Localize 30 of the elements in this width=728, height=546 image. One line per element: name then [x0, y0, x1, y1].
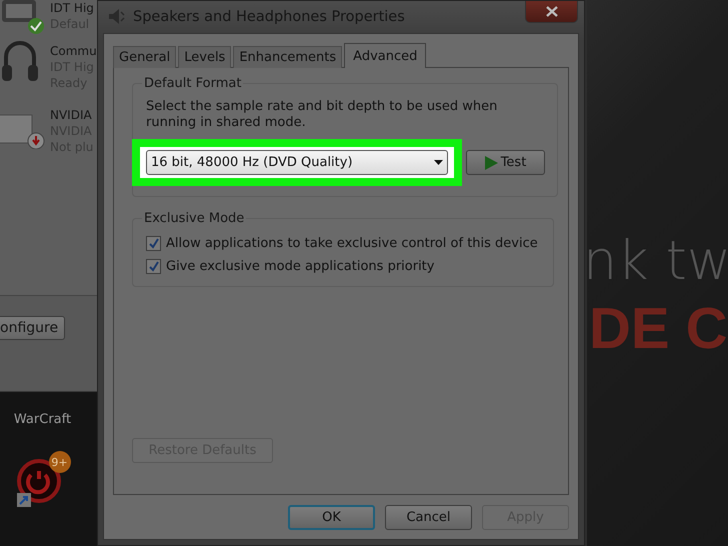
group-title: Default Format: [143, 76, 242, 91]
device-name: IDT Hig: [50, 0, 94, 16]
test-button[interactable]: Test: [466, 150, 545, 175]
device-name: Commu: [50, 43, 97, 59]
close-button[interactable]: [525, 1, 578, 23]
background-text: nk tw: [587, 228, 728, 294]
tab[interactable]: Enhancements: [233, 46, 342, 68]
tab[interactable]: Levels: [178, 46, 232, 68]
close-icon: [546, 6, 558, 17]
background-heading: DE C: [589, 295, 728, 363]
dialog-button[interactable]: Cancel: [385, 504, 472, 530]
check-icon: [148, 261, 159, 272]
description-text: Select the sample rate and bit depth to be used when running in shared mode.: [146, 99, 498, 131]
dialog-button[interactable]: OK: [288, 504, 375, 530]
tab[interactable]: General: [113, 46, 176, 68]
device-name: NVIDIA: [50, 107, 93, 123]
format-dropdown[interactable]: 16 bit, 48000 Hz (DVD Quality): [146, 150, 448, 175]
group-title: Exclusive Mode: [143, 211, 246, 226]
caret-icon: [434, 160, 443, 165]
checkbox-label: Give exclusive mode applications priority: [166, 259, 434, 274]
play-icon: [484, 156, 498, 170]
checkbox-label: Allow applications to take exclusive control of this device: [166, 236, 538, 251]
configure-button[interactable]: onfigure: [0, 316, 66, 340]
check-icon: [148, 238, 159, 249]
speaker-icon: [107, 7, 125, 27]
tab[interactable]: Advanced: [344, 43, 426, 68]
checkbox[interactable]: [146, 236, 161, 251]
checkbox[interactable]: [146, 259, 161, 274]
desktop-icon-label: WarCraft: [14, 412, 72, 427]
notification-badge: 9+: [48, 451, 70, 473]
